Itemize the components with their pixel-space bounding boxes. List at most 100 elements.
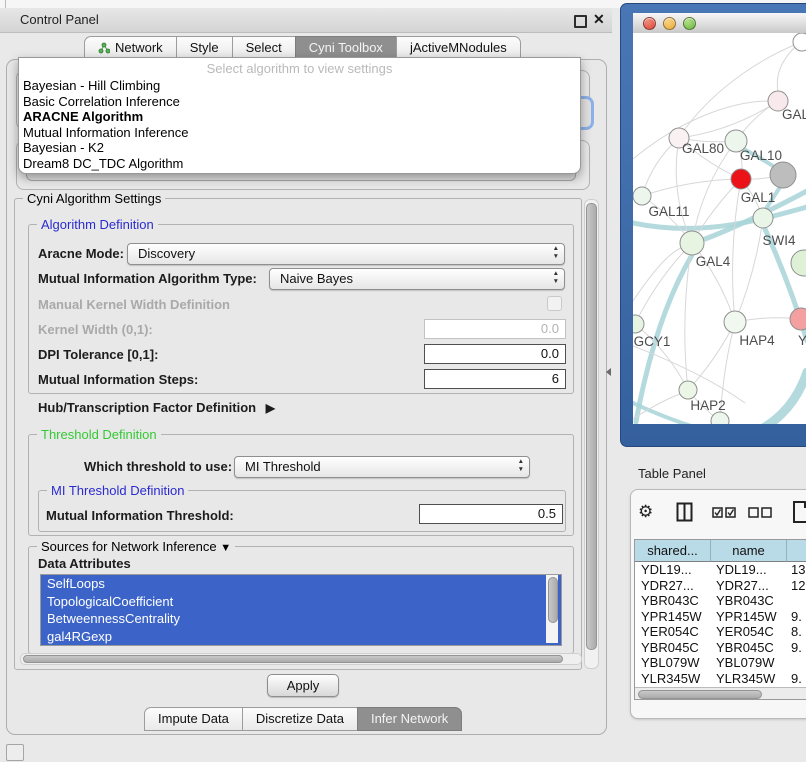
panel-corner-icon[interactable] [6, 744, 24, 761]
table-row[interactable]: YDL19...YDL19...13 [635, 562, 806, 578]
network-edge[interactable] [733, 179, 741, 322]
mi-type-value: Naive Bayes [280, 271, 353, 286]
table-column-header[interactable]: shared... [635, 540, 711, 562]
table-column-header[interactable]: A [787, 540, 806, 562]
tab-impute-data[interactable]: Impute Data [144, 707, 242, 731]
hub-definition-toggle[interactable]: Hub/Transcription Factor Definition ▶ [38, 400, 275, 415]
table-row[interactable]: YBR045CYBR045C9. [635, 640, 806, 656]
algorithm-option[interactable]: Dream8 DC_TDC Algorithm [19, 156, 580, 172]
table-row[interactable]: YBL079WYBL079W [635, 655, 806, 671]
node-gal11[interactable] [633, 187, 651, 205]
node-hap2[interactable] [679, 381, 697, 399]
network-window-titlebar[interactable] [633, 13, 806, 34]
node-gray[interactable] [770, 162, 796, 188]
minimize-window-icon[interactable] [663, 17, 676, 30]
sources-legend[interactable]: Sources for Network Inference ▼ [37, 539, 235, 554]
sources-hscrollbar[interactable] [20, 653, 582, 665]
kernel-width-field[interactable]: 0.0 [424, 319, 566, 339]
collapsed-arrow-icon[interactable]: ▶ [266, 401, 275, 415]
data-attribute-item[interactable]: SelfLoops [41, 575, 561, 593]
table-cell: YPR145W [635, 609, 710, 625]
table-cell: YER054C [710, 624, 785, 640]
table-hscrollbar-thumb[interactable] [638, 690, 762, 699]
node-hap4[interactable] [724, 311, 746, 333]
algorithm-option[interactable]: Mutual Information Inference [19, 125, 580, 141]
table-row[interactable]: YBR043CYBR043C [635, 593, 806, 609]
table-row[interactable]: YER054CYER054C8. [635, 624, 806, 640]
table-cell: YBL079W [710, 655, 785, 671]
attributes-scrollbar-thumb[interactable] [548, 577, 558, 623]
algorithm-option[interactable]: Bayesian - K2 [19, 140, 580, 156]
algorithm-option[interactable]: Bayesian - Hill Climbing [19, 78, 580, 94]
table-cell: YLR345W [635, 671, 710, 687]
node-salmon[interactable] [790, 308, 806, 330]
settings-scrollbar-thumb[interactable] [586, 203, 597, 650]
mi-threshold-field[interactable]: 0.5 [419, 504, 563, 524]
top-strip-tick [5, 0, 6, 8]
select-all-checkboxes-icon[interactable] [712, 507, 736, 518]
data-attribute-item[interactable]: gal4RGexp [41, 628, 561, 646]
mi-steps-field[interactable]: 6 [424, 369, 566, 389]
table-cell: YPR145W [710, 609, 785, 625]
node-top-edge[interactable] [793, 33, 806, 51]
sources-hscrollbar-thumb[interactable] [23, 655, 563, 663]
aracne-mode-value: Discovery [138, 246, 195, 261]
sources-legend-label: Sources for Network Inference [41, 539, 217, 554]
network-edge[interactable] [737, 372, 806, 424]
table-hscrollbar[interactable] [635, 687, 806, 700]
zoom-window-icon[interactable] [683, 17, 696, 30]
table-header-row: shared...nameA [635, 540, 806, 562]
table-row[interactable]: YDR27...YDR27...12 [635, 578, 806, 594]
settings-gear-icon[interactable]: ⚙ [638, 502, 653, 522]
algorithm-dropdown[interactable]: Select algorithm to view settings Bayesi… [18, 57, 581, 174]
tab-infer-network[interactable]: Infer Network [357, 707, 462, 731]
table-cell: YDR27... [710, 578, 785, 594]
table-cell: YDL19... [635, 562, 710, 578]
float-panel-icon[interactable] [574, 15, 587, 28]
expanded-arrow-icon[interactable]: ▼ [220, 542, 231, 554]
deselect-all-checkboxes-icon[interactable] [748, 507, 772, 518]
spinner-arrows-icon: ▲▼ [518, 458, 524, 474]
attributes-scrollbar[interactable] [546, 575, 558, 643]
table-row[interactable]: YLR345WYLR345W9. [635, 671, 806, 687]
cyni-mode-tabs: Impute DataDiscretize Data Infer Network [144, 707, 462, 731]
table-cell: YER054C [635, 624, 710, 640]
tab-discretize-data[interactable]: Discretize Data [242, 707, 357, 731]
apply-button[interactable]: Apply [267, 674, 339, 697]
node-gal1-label: GAL1 [741, 190, 776, 205]
table-cell: 9. [785, 671, 806, 687]
aracne-mode-select[interactable]: Discovery ▲▼ [127, 243, 565, 265]
network-edge[interactable] [777, 48, 794, 92]
table-cell: YBR045C [635, 640, 710, 656]
node-bottom-edge[interactable] [711, 412, 729, 424]
which-threshold-select[interactable]: MI Threshold ▲▼ [234, 456, 530, 478]
table-row[interactable]: YPR145WYPR145W9. [635, 609, 806, 625]
aracne-mode-label: Aracne Mode: [38, 246, 124, 261]
close-panel-icon[interactable]: ✕ [593, 11, 605, 28]
node-gal4[interactable] [680, 231, 704, 255]
algorithm-option[interactable]: ARACNE Algorithm [19, 109, 580, 125]
splitter-arrow-icon[interactable] [606, 368, 611, 376]
mi-type-select[interactable]: Naive Bayes ▲▼ [269, 268, 565, 290]
data-attributes-list[interactable]: SelfLoopsTopologicalCoefficientBetweenne… [40, 574, 562, 646]
node-green-right[interactable] [791, 250, 806, 276]
new-table-document-icon[interactable] [792, 500, 806, 524]
data-attribute-item[interactable]: BetweennessCentrality [41, 610, 561, 628]
mi-type-label: Mutual Information Algorithm Type: [38, 271, 257, 286]
app-root: Control Panel ✕ galFiltered.sif default … [0, 0, 806, 762]
table-column-header[interactable]: name [711, 540, 787, 562]
algorithm-option[interactable]: Basic Correlation Inference [19, 94, 580, 110]
close-window-icon[interactable] [643, 17, 656, 30]
node-swi4[interactable] [753, 208, 773, 228]
dpi-tolerance-field[interactable]: 0.0 [424, 344, 566, 364]
manual-kernel-checkbox[interactable] [547, 296, 562, 311]
node-gal1[interactable] [731, 169, 751, 189]
network-edge[interactable] [735, 218, 763, 322]
settings-scrollbar[interactable] [584, 199, 599, 669]
tab-label: Infer Network [371, 708, 448, 730]
split-columns-icon[interactable] [676, 502, 693, 522]
table-cell: 8. [785, 624, 806, 640]
network-canvas[interactable]: GALGAL80GAL10GAL1GAL11SWI4GAL4GCY1HAP4YH… [633, 33, 806, 424]
data-attribute-item[interactable]: TopologicalCoefficient [41, 593, 561, 611]
network-edge[interactable] [642, 179, 741, 196]
